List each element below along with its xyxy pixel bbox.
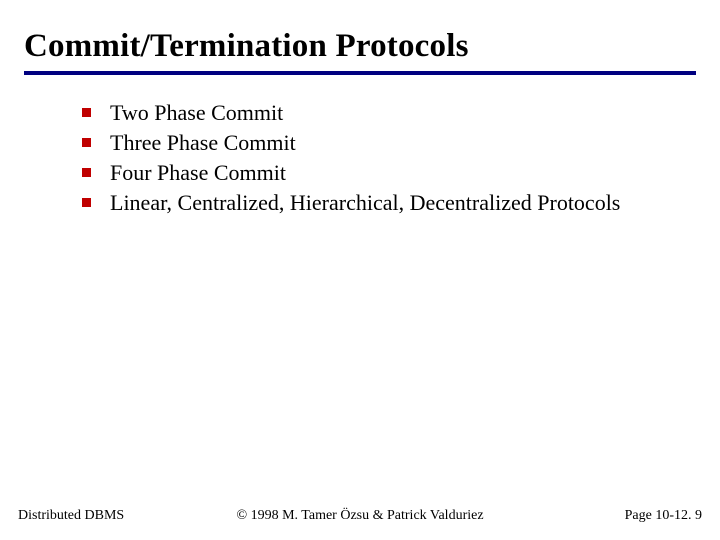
- list-item: Four Phase Commit: [82, 159, 642, 187]
- bullet-square-icon: [82, 198, 91, 207]
- bullet-text: Linear, Centralized, Hierarchical, Decen…: [110, 190, 620, 215]
- bullet-text: Two Phase Commit: [110, 100, 283, 125]
- title-rule: [24, 71, 696, 75]
- bullet-square-icon: [82, 168, 91, 177]
- bullet-list: Two Phase Commit Three Phase Commit Four…: [24, 99, 696, 218]
- bullet-square-icon: [82, 108, 91, 117]
- list-item: Two Phase Commit: [82, 99, 642, 127]
- footer: © 1998 M. Tamer Özsu & Patrick Valduriez…: [0, 508, 720, 524]
- slide-title: Commit/Termination Protocols: [24, 28, 696, 65]
- bullet-text: Three Phase Commit: [110, 130, 296, 155]
- list-item: Three Phase Commit: [82, 129, 642, 157]
- bullet-text: Four Phase Commit: [110, 160, 286, 185]
- bullet-square-icon: [82, 138, 91, 147]
- footer-center: © 1998 M. Tamer Özsu & Patrick Valduriez: [0, 508, 720, 524]
- slide: Commit/Termination Protocols Two Phase C…: [0, 0, 720, 540]
- list-item: Linear, Centralized, Hierarchical, Decen…: [82, 189, 642, 217]
